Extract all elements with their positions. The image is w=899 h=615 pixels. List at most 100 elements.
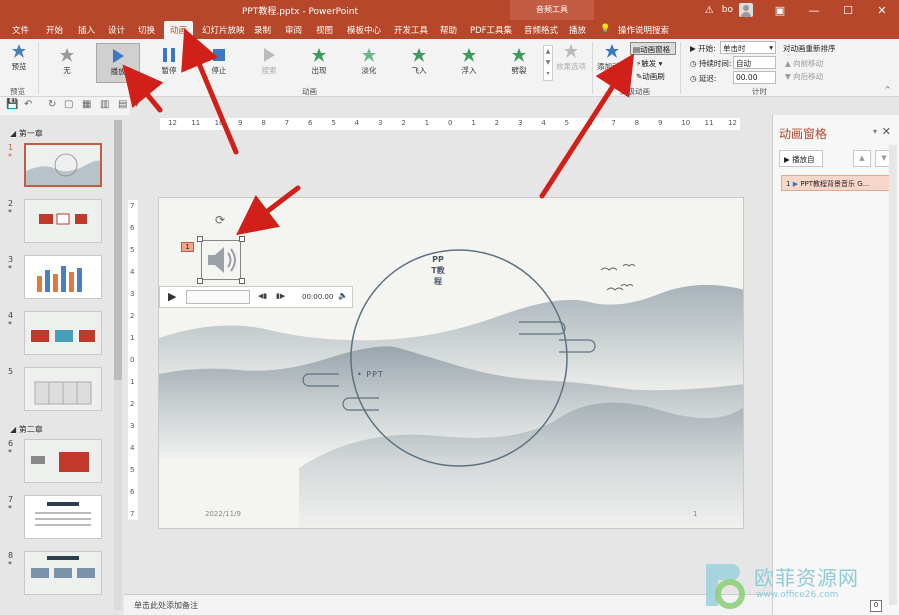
notes-pane[interactable]: 单击此处添加备注	[124, 594, 772, 615]
animation-pane-button[interactable]: ▤动画窗格	[630, 42, 676, 55]
grid-icon[interactable]: ▥	[100, 99, 109, 110]
trigger-button[interactable]: ⚡触发 ▾	[636, 58, 662, 69]
slide-thumbnail[interactable]	[24, 311, 102, 355]
add-animation-button[interactable]: 添加动画	[596, 43, 628, 72]
effect-seek[interactable]: 搜索	[254, 47, 284, 76]
effect-appear[interactable]: 出现	[304, 47, 334, 76]
resize-handle[interactable]	[239, 236, 245, 242]
slide-thumbnail[interactable]	[24, 367, 102, 411]
animation-painter-button[interactable]: ✎动画刷	[636, 71, 665, 82]
ribbon-display-options-icon[interactable]: ▣	[763, 4, 797, 17]
preview-button[interactable]: 预览	[6, 43, 32, 72]
collapse-ribbon-icon[interactable]: ^	[884, 85, 891, 94]
tab-file[interactable]: 文件	[12, 24, 29, 36]
close-icon[interactable]: ✕	[882, 125, 891, 138]
ruler-tick: 3	[130, 422, 135, 430]
tab-pdf-tools[interactable]: PDF工具集	[470, 24, 512, 36]
user-name[interactable]: bo	[722, 5, 733, 15]
effect-none[interactable]: 无	[52, 47, 82, 76]
tab-view[interactable]: 视图	[316, 24, 333, 36]
scrollbar-thumb[interactable]	[114, 120, 122, 380]
slide-thumbnail[interactable]	[24, 439, 102, 483]
tell-me-search[interactable]: 操作说明搜索	[618, 24, 669, 36]
slide-page-number[interactable]: 1	[693, 510, 697, 518]
animation-pane-scrollbar[interactable]	[889, 145, 897, 605]
warning-icon[interactable]: ⚠	[705, 5, 714, 16]
format-icon[interactable]: ▤	[118, 99, 127, 110]
avatar[interactable]	[739, 3, 753, 17]
vertical-title[interactable]: PPT教程	[431, 254, 445, 287]
resize-handle[interactable]	[239, 278, 245, 284]
tab-animations[interactable]: 动画	[164, 21, 194, 39]
ruler-tick: 11	[704, 119, 714, 127]
move-up-button[interactable]: ▲	[853, 150, 871, 167]
thumbnail-content	[31, 330, 95, 342]
slide-subtitle[interactable]: • PPT	[357, 370, 384, 379]
section-label[interactable]: ◢ 第二章	[10, 424, 43, 435]
delay-field[interactable]: 00.00	[733, 71, 776, 84]
resize-handle[interactable]	[197, 278, 203, 284]
effect-fade[interactable]: 淡化	[354, 47, 384, 76]
tab-template-center[interactable]: 模板中心	[347, 24, 381, 36]
tab-audio-format[interactable]: 音频格式	[524, 24, 558, 36]
animation-list-item[interactable]: 1 ▶ PPT教程背景音乐 G...	[781, 175, 893, 191]
tab-developer[interactable]: 开发工具	[394, 24, 428, 36]
effect-split[interactable]: 劈裂	[504, 47, 534, 76]
effect-options-button[interactable]: 效果选项	[556, 43, 586, 72]
save-icon[interactable]: 💾	[6, 99, 18, 110]
effect-pause[interactable]: 暂停	[154, 47, 184, 76]
split-star-icon	[512, 48, 526, 62]
slide-thumbnail[interactable]	[24, 199, 102, 243]
rotate-handle-icon[interactable]: ⟳	[215, 213, 225, 227]
resize-handle[interactable]	[197, 236, 203, 242]
tab-record[interactable]: 录制	[254, 24, 271, 36]
move-later-button[interactable]: ▼ 向后移动	[785, 71, 823, 82]
slide-thumbnail[interactable]	[24, 495, 102, 539]
duration-field[interactable]: 自动	[733, 56, 776, 69]
minimize-icon[interactable]: —	[797, 4, 831, 17]
redo-icon[interactable]: ↻	[48, 99, 56, 110]
tab-design[interactable]: 设计	[108, 24, 125, 36]
gallery-scroll[interactable]: ▲ ▼ ▾	[543, 45, 553, 81]
tab-home[interactable]: 开始	[46, 24, 63, 36]
move-earlier-button[interactable]: ▲ 向前移动	[785, 58, 823, 69]
start-select[interactable]: 单击时 ▾	[720, 41, 776, 54]
audio-back-icon[interactable]: ◀▮	[258, 292, 267, 300]
pane-options-icon[interactable]: ▾	[873, 127, 877, 136]
maximize-icon[interactable]: ☐	[831, 4, 865, 17]
slide-thumbnail[interactable]	[24, 143, 102, 187]
tab-help[interactable]: 帮助	[440, 24, 457, 36]
slide-canvas[interactable]: PPT教程 • PPT 2022/11/9 1 1 ⟳ ▶ ◀▮ ▮▶ 00:0…	[158, 197, 744, 529]
slide-thumbnail[interactable]	[24, 255, 102, 299]
tab-insert[interactable]: 插入	[78, 24, 95, 36]
undo-icon[interactable]: ↶	[24, 99, 32, 110]
effect-stop[interactable]: 停止	[204, 47, 234, 76]
audio-play-icon[interactable]: ▶	[168, 290, 176, 303]
preview-star-icon	[12, 44, 26, 58]
effect-label: 飞入	[411, 66, 427, 75]
tab-transitions[interactable]: 切换	[138, 24, 155, 36]
audio-icon-selection[interactable]	[201, 240, 241, 280]
tab-review[interactable]: 审阅	[285, 24, 302, 36]
effect-fly-in[interactable]: 飞入	[404, 47, 434, 76]
divider	[680, 42, 681, 94]
audio-volume-icon[interactable]: 🔈	[338, 291, 348, 300]
close-icon[interactable]: ✕	[865, 4, 899, 17]
slide-thumbnail[interactable]	[24, 551, 102, 595]
slides-pane-scrollbar[interactable]	[114, 120, 122, 610]
effect-play[interactable]: 播放	[96, 43, 140, 83]
audio-progress-track[interactable]	[186, 290, 250, 304]
layout-icon[interactable]: ▦	[82, 99, 91, 110]
slide-date[interactable]: 2022/11/9	[205, 510, 241, 518]
tab-slideshow[interactable]: 幻灯片放映	[202, 24, 245, 36]
new-slide-icon[interactable]: ▢	[64, 99, 73, 110]
customize-qat-icon[interactable]: ▾	[134, 99, 139, 110]
effect-float-in[interactable]: 浮入	[454, 47, 484, 76]
zoom-level[interactable]: 0	[870, 600, 882, 612]
play-from-button[interactable]: ▶ 播放自	[779, 150, 823, 167]
audio-forward-icon[interactable]: ▮▶	[276, 292, 285, 300]
section-label[interactable]: ◢ 第一章	[10, 128, 43, 139]
tab-playback[interactable]: 播放	[569, 24, 586, 36]
lightbulb-icon[interactable]: 💡	[600, 24, 611, 34]
animation-tag[interactable]: 1	[181, 242, 194, 252]
